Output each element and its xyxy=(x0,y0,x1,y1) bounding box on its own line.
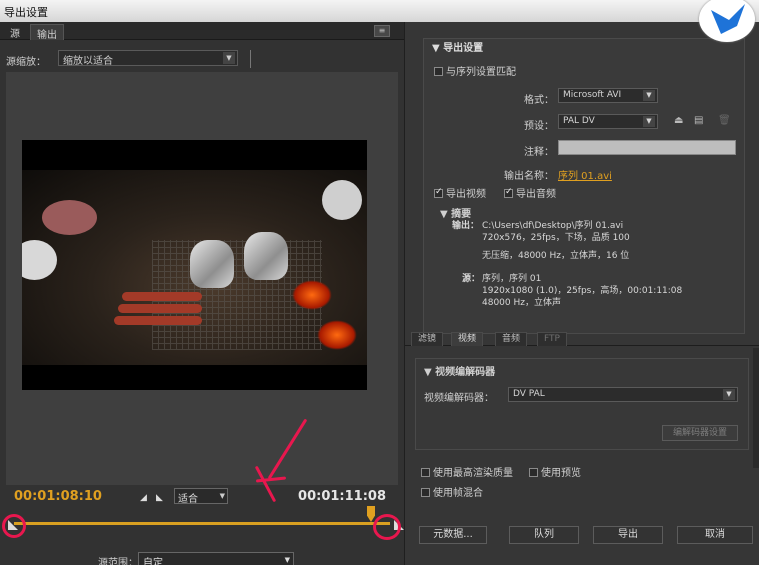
panel-menu-icon[interactable]: ≡ xyxy=(374,25,390,37)
fit-dropdown[interactable]: 适合 ▼ xyxy=(174,488,228,505)
format-label: 格式： xyxy=(524,95,554,106)
source-range-row: 源范围： 自定 ▼ xyxy=(0,552,404,565)
chevron-down-icon: ▼ xyxy=(643,116,655,127)
settings-panel: ▼ 导出设置 与序列设置匹配 格式： Microsoft AVI ▼ 预设： PA… xyxy=(404,22,759,565)
comment-label: 注释： xyxy=(524,147,554,158)
max-render-quality-checkbox[interactable]: 使用最高渲染质量 xyxy=(421,464,513,479)
action-buttons: 元数据... 队列 导出 取消 xyxy=(419,526,753,544)
preset-label: 预设： xyxy=(524,121,554,132)
import-preset-icon[interactable]: ▤ xyxy=(694,115,706,127)
meat-shape xyxy=(42,200,97,235)
source-zoom-label: 源缩放： xyxy=(6,57,46,68)
video-codec-dropdown[interactable]: DV PAL ▼ xyxy=(508,387,738,402)
set-out-point-icon[interactable]: ◣ xyxy=(156,493,166,503)
tab-audio[interactable]: 音频 xyxy=(495,332,528,346)
summary-header[interactable]: ▼ 摘要 xyxy=(440,205,471,220)
queue-button[interactable]: 队列 xyxy=(509,526,579,544)
trash-icon[interactable]: 🗑 xyxy=(718,115,731,127)
match-sequence-checkbox[interactable]: 与序列设置匹配 xyxy=(434,63,516,78)
current-timecode[interactable]: 00:01:08:10 xyxy=(14,489,102,504)
frame-blending-checkbox[interactable]: 使用帧混合 xyxy=(421,484,483,499)
fit-value: 适合 xyxy=(178,494,198,505)
chevron-down-icon: ▼ xyxy=(284,556,290,564)
checkbox-icon xyxy=(421,488,430,497)
settings-subtabs: 滤镜 视频 音频 FTP xyxy=(405,330,759,346)
fire-glow xyxy=(292,280,332,310)
panel-tabs: 源 输出 ≡ xyxy=(0,22,404,41)
timecode-row: 00:01:08:10 ◢ ◣ 适合 ▼ 00:01:11:08 xyxy=(0,484,404,510)
window-title-bar: 导出设置 xyxy=(0,0,759,22)
sausage xyxy=(122,292,202,301)
export-button[interactable]: 导出 xyxy=(593,526,663,544)
export-timeline[interactable] xyxy=(8,506,404,532)
save-preset-icon[interactable]: ⏏ xyxy=(674,115,686,127)
video-codec-header[interactable]: ▼ 视频编解码器 xyxy=(424,363,495,378)
checkbox-icon xyxy=(434,67,443,76)
comment-field[interactable] xyxy=(558,140,736,155)
checkbox-icon xyxy=(529,468,538,477)
metadata-button[interactable]: 元数据... xyxy=(419,526,487,544)
divider xyxy=(250,50,251,68)
tab-output[interactable]: 输出 xyxy=(30,24,64,41)
preview-panel: 源 输出 ≡ 源缩放： 缩放以适合 ▼ 00:01:08:10 ◢ ◣ 适合 ▼… xyxy=(0,22,404,565)
plate-shape xyxy=(22,240,57,280)
video-image xyxy=(22,170,367,365)
source-range-label: 源范围： xyxy=(98,558,138,565)
foil-packet xyxy=(244,232,288,280)
sausage xyxy=(114,316,202,325)
video-codec-label: 视频编解码器： xyxy=(424,393,494,404)
chevron-down-icon: ▼ xyxy=(219,492,225,500)
export-settings-section: ▼ 导出设置 与序列设置匹配 格式： Microsoft AVI ▼ 预设： PA… xyxy=(423,38,745,334)
tab-filters[interactable]: 滤镜 xyxy=(411,332,444,346)
checkbox-icon xyxy=(434,187,443,198)
source-zoom-dropdown[interactable]: 缩放以适合 ▼ xyxy=(58,50,238,67)
codec-settings-button[interactable]: 编解码器设置 xyxy=(662,425,738,441)
summary-source-label: 源： xyxy=(462,274,481,284)
tab-ftp[interactable]: FTP xyxy=(537,332,567,346)
export-audio-checkbox[interactable]: 导出音频 xyxy=(504,185,556,200)
output-name-label: 输出名称： xyxy=(504,171,554,182)
source-range-value: 自定 xyxy=(143,558,163,565)
cup-shape xyxy=(322,180,362,220)
summary-source: 序列，序列 01 1920x1080 (1.0)，25fps，高场，00:01:… xyxy=(482,274,683,308)
source-zoom-value: 缩放以适合 xyxy=(63,56,113,67)
chevron-down-icon: ▼ xyxy=(223,52,235,64)
tab-video[interactable]: 视频 xyxy=(451,332,484,346)
scrollbar[interactable] xyxy=(753,348,759,468)
checkbox-icon xyxy=(421,468,430,477)
window-title: 导出设置 xyxy=(4,6,48,19)
export-video-checkbox[interactable]: 导出视频 xyxy=(434,185,486,200)
sausage xyxy=(118,304,202,313)
format-dropdown[interactable]: Microsoft AVI ▼ xyxy=(558,88,658,103)
use-preview-checkbox[interactable]: 使用预览 xyxy=(529,464,581,479)
annotation-circle xyxy=(2,514,26,538)
chevron-down-icon: ▼ xyxy=(643,90,655,101)
foil-packet xyxy=(190,240,234,288)
preset-dropdown[interactable]: PAL DV ▼ xyxy=(558,114,658,129)
end-timecode: 00:01:11:08 xyxy=(298,489,386,504)
fire-glow xyxy=(317,320,357,350)
work-area-bar xyxy=(14,522,390,525)
summary-output: C:\Users\df\Desktop\序列 01.avi 720x576，25… xyxy=(482,221,630,261)
video-codec-section: ▼ 视频编解码器 视频编解码器： DV PAL ▼ 编解码器设置 xyxy=(415,358,749,450)
export-settings-header[interactable]: ▼ 导出设置 xyxy=(432,39,483,54)
playhead[interactable] xyxy=(367,506,375,522)
cancel-button[interactable]: 取消 xyxy=(677,526,753,544)
checkbox-icon xyxy=(504,187,513,198)
annotation-circle xyxy=(373,514,401,540)
set-in-point-icon[interactable]: ◢ xyxy=(140,493,150,503)
source-range-dropdown[interactable]: 自定 ▼ xyxy=(138,552,294,565)
tab-source[interactable]: 源 xyxy=(4,24,26,40)
video-frame xyxy=(22,140,367,390)
bird-logo-icon xyxy=(699,0,755,42)
output-name-link[interactable]: 序列 01.avi xyxy=(558,167,612,182)
summary-output-label: 输出： xyxy=(452,221,480,231)
chevron-down-icon: ▼ xyxy=(723,389,735,400)
